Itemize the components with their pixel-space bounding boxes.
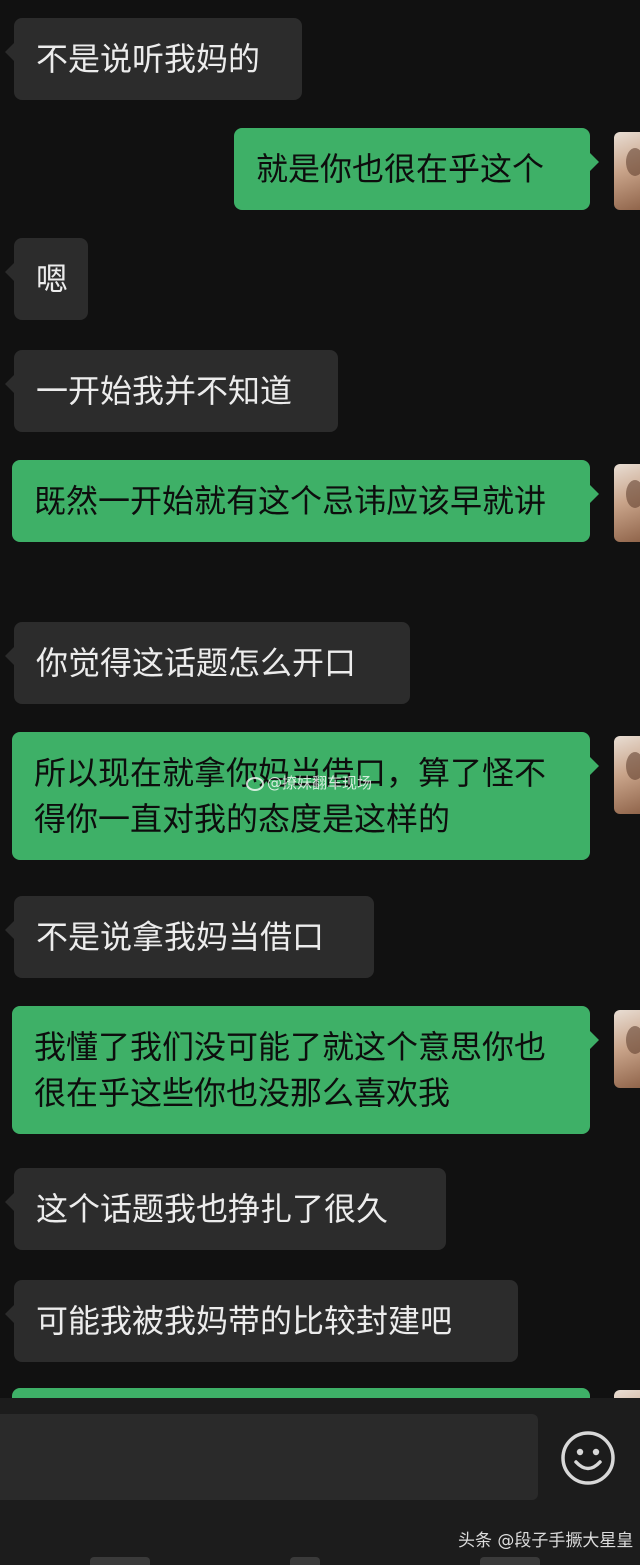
source-credit: 头条 @段子手撅大星皇 <box>458 1531 634 1551</box>
incoming-message-bubble[interactable]: 不是说拿我妈当借口 <box>5 896 374 978</box>
chat-message-list[interactable]: 不是说听我妈的 就是你也很在乎这个 嗯 一开始我并不知道 既然一开始就有这个忌讳… <box>0 0 640 1398</box>
watermark-text: @撩妹翻车现场 <box>267 774 373 792</box>
user-avatar[interactable] <box>614 1390 640 1398</box>
incoming-message-bubble[interactable]: 这个话题我也挣扎了很久 <box>5 1168 446 1250</box>
watermark: @撩妹翻车现场 <box>246 772 372 793</box>
user-avatar[interactable] <box>614 132 640 210</box>
incoming-message-bubble[interactable]: 嗯 <box>5 238 88 320</box>
incoming-message-bubble[interactable]: 不是说听我妈的 <box>5 18 302 100</box>
nav-home-hint[interactable] <box>290 1557 320 1565</box>
incoming-message-bubble[interactable]: 可能我被我妈带的比较封建吧 <box>5 1280 518 1362</box>
outgoing-message-bubble[interactable]: 所以现在就拿你妈当借口，算了怪不得你一直对我的态度是这样的 <box>12 732 599 860</box>
nav-recent-hint[interactable] <box>480 1557 540 1565</box>
outgoing-message-bubble-partial[interactable] <box>12 1388 590 1398</box>
user-avatar[interactable] <box>614 464 640 542</box>
user-avatar[interactable] <box>614 736 640 814</box>
message-input[interactable] <box>0 1414 538 1500</box>
incoming-message-bubble[interactable]: 一开始我并不知道 <box>5 350 338 432</box>
input-bar: 头条 @段子手撅大星皇 <box>0 1398 640 1565</box>
weibo-icon <box>246 777 264 791</box>
user-avatar[interactable] <box>614 1010 640 1088</box>
outgoing-message-bubble[interactable]: 既然一开始就有这个忌讳应该早就讲 <box>12 460 599 542</box>
nav-back-hint[interactable] <box>90 1557 150 1565</box>
smiley-face-icon[interactable] <box>560 1430 616 1486</box>
incoming-message-bubble[interactable]: 你觉得这话题怎么开口 <box>5 622 410 704</box>
outgoing-message-bubble[interactable]: 我懂了我们没可能了就这个意思你也很在乎这些你也没那么喜欢我 <box>12 1006 599 1134</box>
outgoing-message-bubble[interactable]: 就是你也很在乎这个 <box>234 128 599 210</box>
navigation-bar <box>0 1553 640 1565</box>
